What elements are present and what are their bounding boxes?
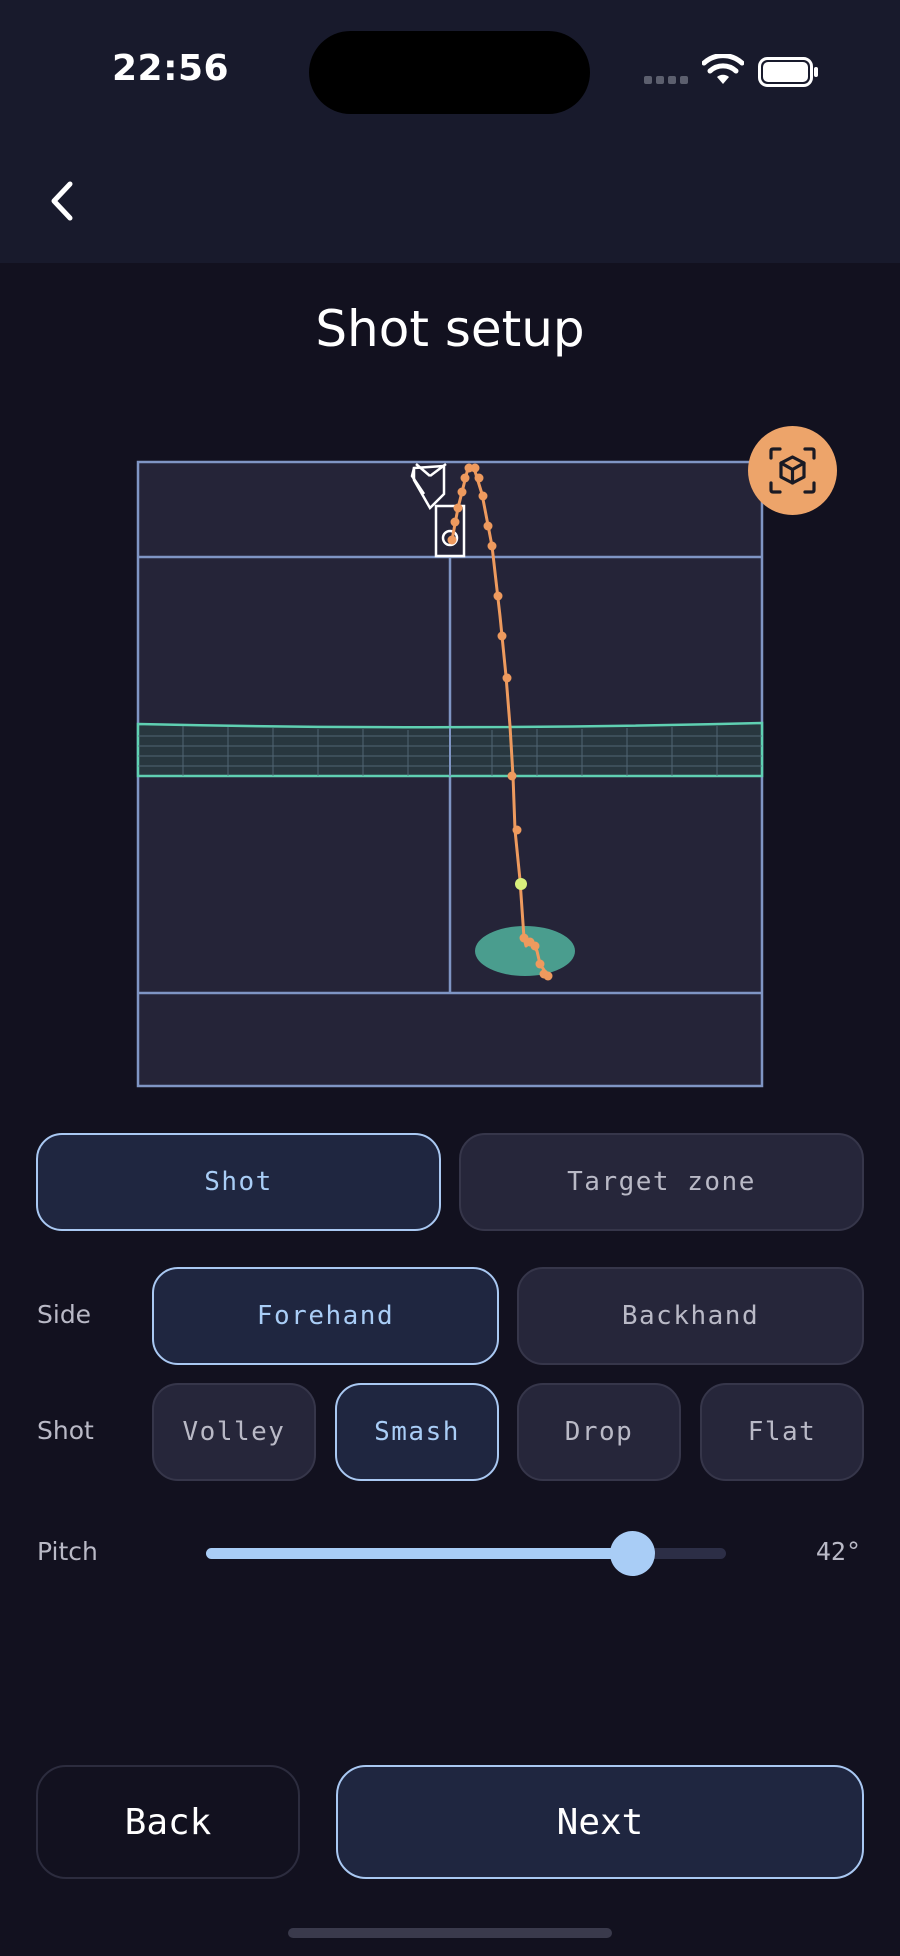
ar-cube-icon [769, 447, 816, 494]
dynamic-island [309, 31, 590, 114]
side-label: Side [37, 1300, 92, 1329]
shot-label: Shot [37, 1416, 94, 1445]
backhand-button[interactable]: Backhand [517, 1267, 864, 1365]
tab-target-zone[interactable]: Target zone [459, 1133, 864, 1231]
home-indicator [288, 1928, 612, 1938]
chevron-left-icon[interactable] [42, 176, 82, 226]
pitch-slider[interactable] [206, 1531, 726, 1576]
smash-button[interactable]: Smash [335, 1383, 499, 1481]
volley-button[interactable]: Volley [152, 1383, 316, 1481]
cellular-signal-icon [644, 76, 690, 86]
drop-button[interactable]: Drop [517, 1383, 681, 1481]
pitch-slider-fill [206, 1548, 633, 1559]
wifi-icon [702, 54, 744, 84]
top-bar: 22:56 [0, 0, 900, 263]
flat-button[interactable]: Flat [700, 1383, 864, 1481]
ar-view-button[interactable] [748, 426, 837, 515]
tab-shot[interactable]: Shot [36, 1133, 441, 1231]
pitch-slider-thumb[interactable] [610, 1531, 656, 1576]
pitch-label: Pitch [37, 1537, 98, 1566]
net [136, 721, 764, 778]
court-diagram[interactable] [136, 456, 764, 1090]
pitch-value: 42° [815, 1537, 861, 1566]
next-button[interactable]: Next [336, 1765, 864, 1879]
forehand-button[interactable]: Forehand [152, 1267, 499, 1365]
page-title: Shot setup [315, 300, 585, 358]
status-time: 22:56 [112, 48, 230, 89]
back-button[interactable]: Back [36, 1765, 300, 1879]
ball-bounce-point [515, 878, 527, 890]
battery-icon [758, 57, 818, 87]
